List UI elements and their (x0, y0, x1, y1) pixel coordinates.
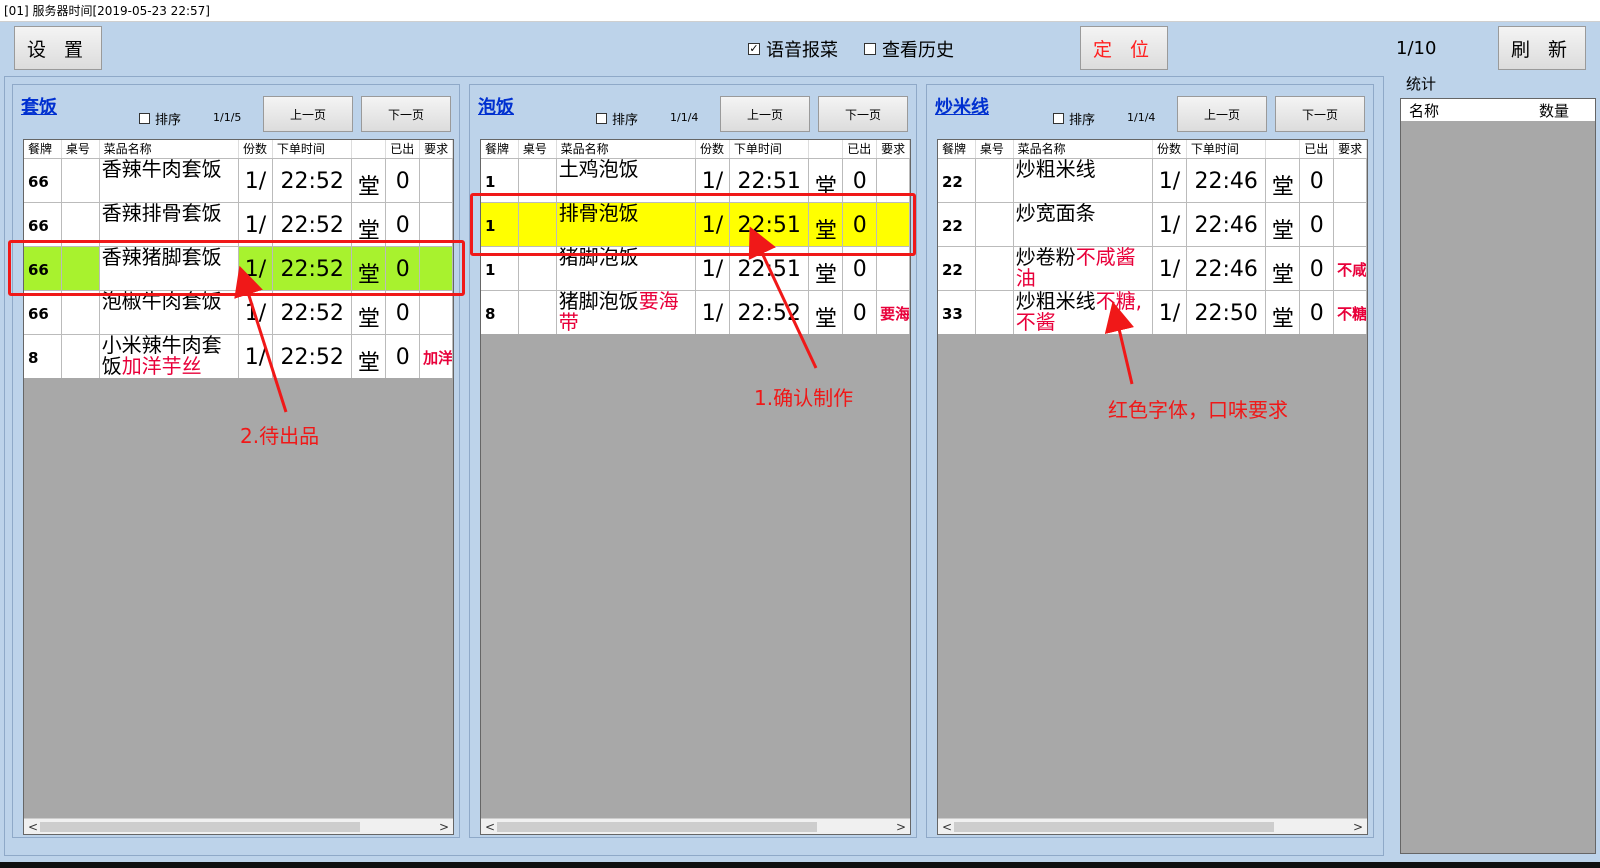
red-font-arrow (1104, 301, 1135, 385)
confirm-annotation: 1.确认制作 (754, 386, 854, 410)
taskbar (0, 862, 1600, 868)
ready-arrow (234, 265, 288, 413)
confirm-arrow (748, 226, 818, 369)
ready-annotation: 2.待出品 (240, 424, 320, 448)
red-font-annotation: 红色字体，口味要求 (1108, 398, 1288, 422)
